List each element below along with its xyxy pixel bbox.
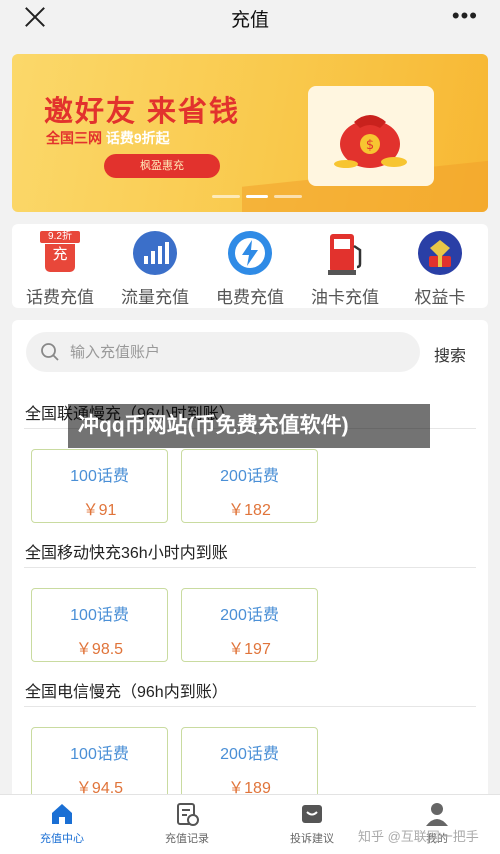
nav-label: 充值记录 bbox=[165, 833, 209, 845]
top-bar: 充值 ••• bbox=[0, 0, 500, 36]
product-price: ￥91 bbox=[82, 502, 117, 519]
watermark-caption: 冲qq币网站(币免费充值软件) bbox=[68, 404, 430, 448]
recharge-panel: 搜索 全国联通慢充（96小时到账） 100话费 ￥91 200话费 ￥182 全… bbox=[12, 320, 488, 800]
product-price: ￥197 bbox=[228, 641, 271, 658]
phone-bill-icon: 充 9.2折 bbox=[37, 230, 83, 276]
banner-subtitle: 全国三网 话费9折起 bbox=[46, 128, 170, 148]
section-title: 全国电信慢充（96h内到账） bbox=[25, 684, 228, 701]
category-label: 油卡充值 bbox=[311, 288, 379, 307]
search-input[interactable] bbox=[70, 340, 400, 364]
divider bbox=[24, 706, 476, 707]
nav-feedback[interactable]: 投诉建议 bbox=[262, 801, 362, 846]
category-membership[interactable]: 权益卡 bbox=[395, 230, 485, 308]
source-credit: 知乎 @互联网一把手 bbox=[358, 829, 479, 844]
home-icon bbox=[52, 804, 72, 824]
banner-button[interactable]: 枫盈惠充 bbox=[104, 154, 220, 178]
carousel-indicator bbox=[212, 195, 302, 199]
banner-sub-prefix: 全国三网 bbox=[46, 130, 102, 146]
more-options-icon[interactable]: ••• bbox=[452, 3, 478, 29]
banner-sub-text: 话费9折起 bbox=[105, 130, 170, 146]
nav-recharge-records[interactable]: 充值记录 bbox=[137, 801, 237, 846]
category-traffic[interactable]: 流量充值 bbox=[110, 230, 200, 308]
discount-badge: 9.2折 bbox=[39, 230, 81, 244]
search-icon bbox=[41, 343, 59, 361]
section-title: 全国移动快充36h小时内到账 bbox=[25, 545, 228, 562]
product-name: 200话费 bbox=[220, 468, 279, 485]
category-phone-bill[interactable]: 充 9.2折 话费充值 bbox=[15, 230, 105, 308]
product-name: 200话费 bbox=[220, 607, 279, 624]
product-price: ￥98.5 bbox=[75, 641, 124, 658]
search-button[interactable]: 搜索 bbox=[434, 342, 466, 366]
product-name: 100话费 bbox=[70, 468, 129, 485]
product-card[interactable]: 200话费 ￥182 bbox=[181, 449, 318, 523]
nav-label: 充值中心 bbox=[40, 833, 84, 845]
product-card[interactable]: 200话费 ￥197 bbox=[181, 588, 318, 662]
category-label: 电费充值 bbox=[216, 288, 284, 307]
banner-title: 邀好友 来省钱 bbox=[44, 96, 241, 128]
divider bbox=[24, 567, 476, 568]
product-name: 200话费 bbox=[220, 746, 279, 763]
product-card[interactable]: 200话费 ￥189 bbox=[181, 727, 318, 800]
lightning-icon bbox=[227, 230, 273, 276]
product-card[interactable]: 100话费 ￥91 bbox=[31, 449, 168, 523]
category-label: 权益卡 bbox=[414, 288, 466, 307]
gift-box-icon bbox=[417, 230, 463, 276]
product-card[interactable]: 100话费 ￥98.5 bbox=[31, 588, 168, 662]
traffic-chart-icon bbox=[132, 230, 178, 276]
svg-text:$: $ bbox=[366, 138, 374, 153]
category-electricity[interactable]: 电费充值 bbox=[205, 230, 295, 308]
product-price: ￥182 bbox=[228, 502, 271, 519]
product-card[interactable]: 100话费 ￥94.5 bbox=[31, 727, 168, 800]
product-name: 100话费 bbox=[70, 607, 129, 624]
fuel-pump-icon bbox=[322, 230, 368, 276]
feedback-icon bbox=[302, 805, 322, 823]
bottom-nav: 充值中心 充值记录 投诉建议 我的 bbox=[0, 794, 500, 854]
category-row: 充 9.2折 话费充值 流量充值 电费充值 油卡充值 权益卡 bbox=[12, 224, 488, 308]
category-label: 话费充值 bbox=[26, 288, 94, 307]
category-fuel-card[interactable]: 油卡充值 bbox=[300, 230, 390, 308]
page-title: 充值 bbox=[230, 10, 269, 31]
category-label: 流量充值 bbox=[121, 288, 189, 307]
money-bag-icon: $ bbox=[334, 115, 407, 168]
user-icon bbox=[426, 803, 448, 826]
records-icon bbox=[177, 803, 199, 826]
nav-recharge-center[interactable]: 充值中心 bbox=[12, 801, 112, 846]
product-name: 100话费 bbox=[70, 746, 129, 763]
search-box[interactable] bbox=[26, 332, 420, 372]
nav-label: 投诉建议 bbox=[290, 833, 334, 845]
promo-banner[interactable]: 邀好友 来省钱 全国三网 话费9折起 枫盈惠充 $ bbox=[12, 54, 488, 212]
